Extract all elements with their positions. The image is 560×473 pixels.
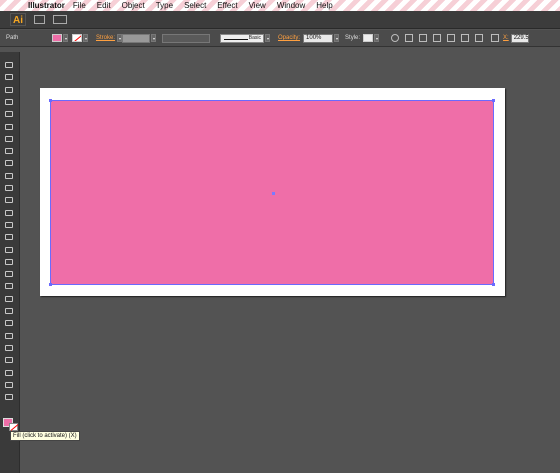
menu-edit[interactable]: Edit: [97, 1, 111, 10]
menu-type[interactable]: Type: [156, 1, 173, 10]
free-transform-icon[interactable]: [5, 246, 15, 256]
opacity-field[interactable]: 100%: [303, 33, 334, 43]
scale-icon[interactable]: [5, 221, 15, 231]
column-graph-icon[interactable]: [5, 344, 15, 354]
align-center-icon[interactable]: [419, 34, 428, 42]
x-label[interactable]: X:: [503, 35, 509, 41]
brush-definition[interactable]: Basic: [220, 33, 265, 43]
anchor-point[interactable]: [49, 99, 52, 102]
eraser-icon[interactable]: [5, 197, 15, 206]
magic-wand-icon[interactable]: [5, 86, 15, 96]
artboard-icon[interactable]: [5, 357, 15, 366]
anchor-point[interactable]: [49, 283, 52, 286]
menu-bar: Illustrator File Edit Object Type Select…: [0, 0, 560, 11]
stroke-swatch[interactable]: [72, 34, 82, 42]
mesh-icon[interactable]: [5, 283, 15, 292]
brush-stroke-preview: [224, 38, 249, 40]
stroke-box[interactable]: [9, 423, 18, 431]
graphic-style-dropdown[interactable]: [374, 34, 380, 42]
rectangle-icon[interactable]: [5, 148, 15, 157]
align-bottom-icon[interactable]: [475, 34, 484, 42]
lasso-icon[interactable]: [5, 98, 15, 108]
opacity-label[interactable]: Opacity:: [278, 35, 300, 41]
line-segment-icon[interactable]: [5, 135, 15, 145]
recolor-artwork-icon[interactable]: [391, 34, 400, 42]
tools-panel: [0, 52, 20, 473]
menu-app-name[interactable]: Illustrator: [28, 1, 65, 10]
opacity-dropdown[interactable]: [334, 34, 340, 42]
fill-swatch[interactable]: [52, 34, 62, 42]
menu-window[interactable]: Window: [277, 1, 305, 10]
stroke-dropdown[interactable]: [83, 34, 88, 42]
stroke-weight-field[interactable]: [122, 33, 151, 43]
anchor-point[interactable]: [492, 283, 495, 286]
menu-effect[interactable]: Effect: [217, 1, 237, 10]
blob-brush-icon[interactable]: [5, 185, 15, 194]
artboard[interactable]: [40, 88, 505, 296]
stroke-weight-stepper[interactable]: [117, 34, 123, 42]
brush-label: Basic: [248, 34, 262, 41]
menu-file[interactable]: File: [73, 1, 86, 10]
menu-object[interactable]: Object: [122, 1, 145, 10]
arrange-documents-icon[interactable]: [53, 15, 67, 24]
style-label: Style:: [345, 35, 361, 41]
warp-icon[interactable]: [5, 234, 15, 243]
perspective-grid-icon[interactable]: [5, 271, 15, 280]
pen-icon[interactable]: [5, 111, 15, 120]
bridge-icon[interactable]: [34, 15, 45, 24]
application-bar: Ai: [0, 11, 560, 29]
shape-builder-icon[interactable]: [5, 258, 15, 268]
stroke-label[interactable]: Stroke:: [96, 35, 115, 41]
fill-dropdown[interactable]: [63, 34, 68, 42]
pencil-icon[interactable]: [5, 172, 15, 182]
align-top-icon[interactable]: [447, 34, 456, 42]
slice-icon[interactable]: [5, 369, 15, 379]
paintbrush-icon[interactable]: [5, 160, 15, 169]
direct-selection-icon[interactable]: [5, 74, 15, 83]
app-logo: Ai: [10, 13, 26, 26]
menu-select[interactable]: Select: [184, 1, 206, 10]
x-field[interactable]: 229.5: [510, 33, 529, 43]
graphic-style-swatch[interactable]: [363, 34, 374, 42]
variable-width-profile[interactable]: [162, 33, 211, 43]
align-right-icon[interactable]: [433, 34, 442, 42]
menu-view[interactable]: View: [249, 1, 266, 10]
reference-point-icon[interactable]: [491, 34, 500, 42]
gradient-icon[interactable]: [5, 295, 15, 305]
anchor-point[interactable]: [492, 99, 495, 102]
align-left-icon[interactable]: [405, 34, 414, 42]
type-icon[interactable]: [5, 123, 15, 133]
hand-icon[interactable]: [5, 381, 15, 391]
brush-dropdown[interactable]: [265, 34, 271, 42]
selection-icon[interactable]: [5, 62, 15, 71]
align-middle-icon[interactable]: [461, 34, 470, 42]
selection-type-label: Path: [6, 35, 19, 41]
center-point: [272, 192, 275, 195]
rotate-icon[interactable]: [5, 209, 15, 219]
eyedropper-icon[interactable]: [5, 308, 15, 317]
control-panel: Path Stroke: Basic Opacity: 100% Style: …: [0, 30, 560, 47]
tooltip: Fill (click to activate) (X): [10, 431, 80, 441]
symbol-sprayer-icon[interactable]: [5, 332, 15, 342]
selected-rectangle[interactable]: [49, 99, 495, 286]
stroke-weight-dropdown[interactable]: [151, 34, 157, 42]
blend-icon[interactable]: [5, 320, 15, 329]
menu-help[interactable]: Help: [316, 1, 332, 10]
zoom-icon[interactable]: [5, 394, 15, 403]
